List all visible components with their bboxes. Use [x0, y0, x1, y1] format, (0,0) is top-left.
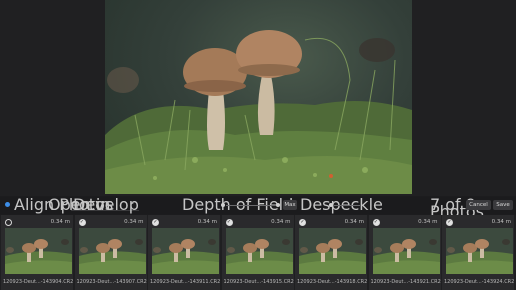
max-button[interactable]: Max [283, 200, 297, 210]
frame-checkbox[interactable] [5, 219, 12, 226]
preview-image [105, 0, 412, 194]
filmstrip-frame[interactable]: ✓ 0.34 m 120923-Deut...-143915.CR2 [221, 215, 294, 290]
frame-filename: 120923-Deut...-143924.CR2 [444, 279, 515, 285]
frame-distance: 0.34 m [197, 219, 217, 225]
frame-filename: 120923-Deut...-143907.CR2 [76, 279, 147, 285]
filmstrip-frame[interactable]: ✓ 0.34 m 120923-Deut...-143907.CR2 [74, 215, 147, 290]
frame-filename: 120923-Deut...-143915.CR2 [223, 279, 294, 285]
frame-distance: 0.34 m [418, 219, 438, 225]
frame-thumbnail [372, 228, 440, 274]
frame-thumbnail [299, 228, 366, 274]
frame-thumbnail [446, 228, 513, 274]
frame-thumbnail [5, 228, 72, 274]
frame-checkbox[interactable]: ✓ [225, 219, 233, 226]
frame-distance: 0.34 m [491, 219, 511, 225]
mushroom-photo [105, 30, 412, 194]
frame-checkbox[interactable]: ✓ [78, 219, 86, 226]
frame-distance: 0.34 m [271, 219, 291, 225]
open-in-value: Develop [73, 195, 139, 214]
frame-checkbox[interactable]: ✓ [299, 219, 306, 226]
frame-distance: 0.34 m [124, 219, 144, 225]
frame-checkbox[interactable]: ✓ [152, 219, 159, 226]
save-button[interactable]: Save [493, 200, 513, 210]
depth-of-field-slider[interactable] [226, 205, 276, 206]
frame-thumbnail [225, 228, 293, 274]
cancel-button[interactable]: Cancel [466, 200, 491, 210]
depth-of-field-knob[interactable] [221, 203, 225, 207]
frame-checkbox[interactable]: ✓ [372, 219, 380, 226]
filmstrip: 0.34 m 120923-Deut...-143904.CR2 ✓ 0.34 m 12… [0, 215, 516, 290]
frame-checkbox[interactable]: ✓ [446, 219, 453, 226]
image-viewer [0, 0, 516, 196]
chevron-down-icon[interactable]: ⌄ [130, 199, 135, 206]
frame-filename: 120923-Deut...-143911.CR2 [150, 279, 221, 285]
frame-distance: 0.34 m [344, 219, 364, 225]
filmstrip-frame[interactable]: ✓ 0.34 m 120923-Deut...-143911.CR2 [148, 215, 220, 290]
despeckle-knob[interactable] [329, 203, 333, 207]
depth-of-field-max-knob[interactable] [276, 203, 280, 207]
frame-filename: 120923-Deut...-143918.CR2 [297, 279, 368, 285]
frame-thumbnail [152, 228, 219, 274]
filmstrip-frame[interactable]: ✓ 0.34 m 120923-Deut...-143921.CR2 [368, 215, 441, 290]
frame-filename: 120923-Deut...-143921.CR2 [370, 279, 441, 285]
filmstrip-frame[interactable]: ✓ 0.34 m 120923-Deut...-143924.CR2 [442, 215, 514, 290]
frame-thumbnail [78, 228, 146, 274]
frame-distance: 0.34 m [50, 219, 70, 225]
despeckle-slider[interactable] [334, 205, 360, 206]
align-photos-checkbox[interactable] [5, 202, 10, 207]
frame-filename: 120923-Deut...-143904.CR2 [3, 279, 74, 285]
filmstrip-frame[interactable]: ✓ 0.34 m 120923-Deut...-143918.CR2 [295, 215, 367, 290]
filmstrip-frame[interactable]: 0.34 m 120923-Deut...-143904.CR2 [1, 215, 73, 290]
